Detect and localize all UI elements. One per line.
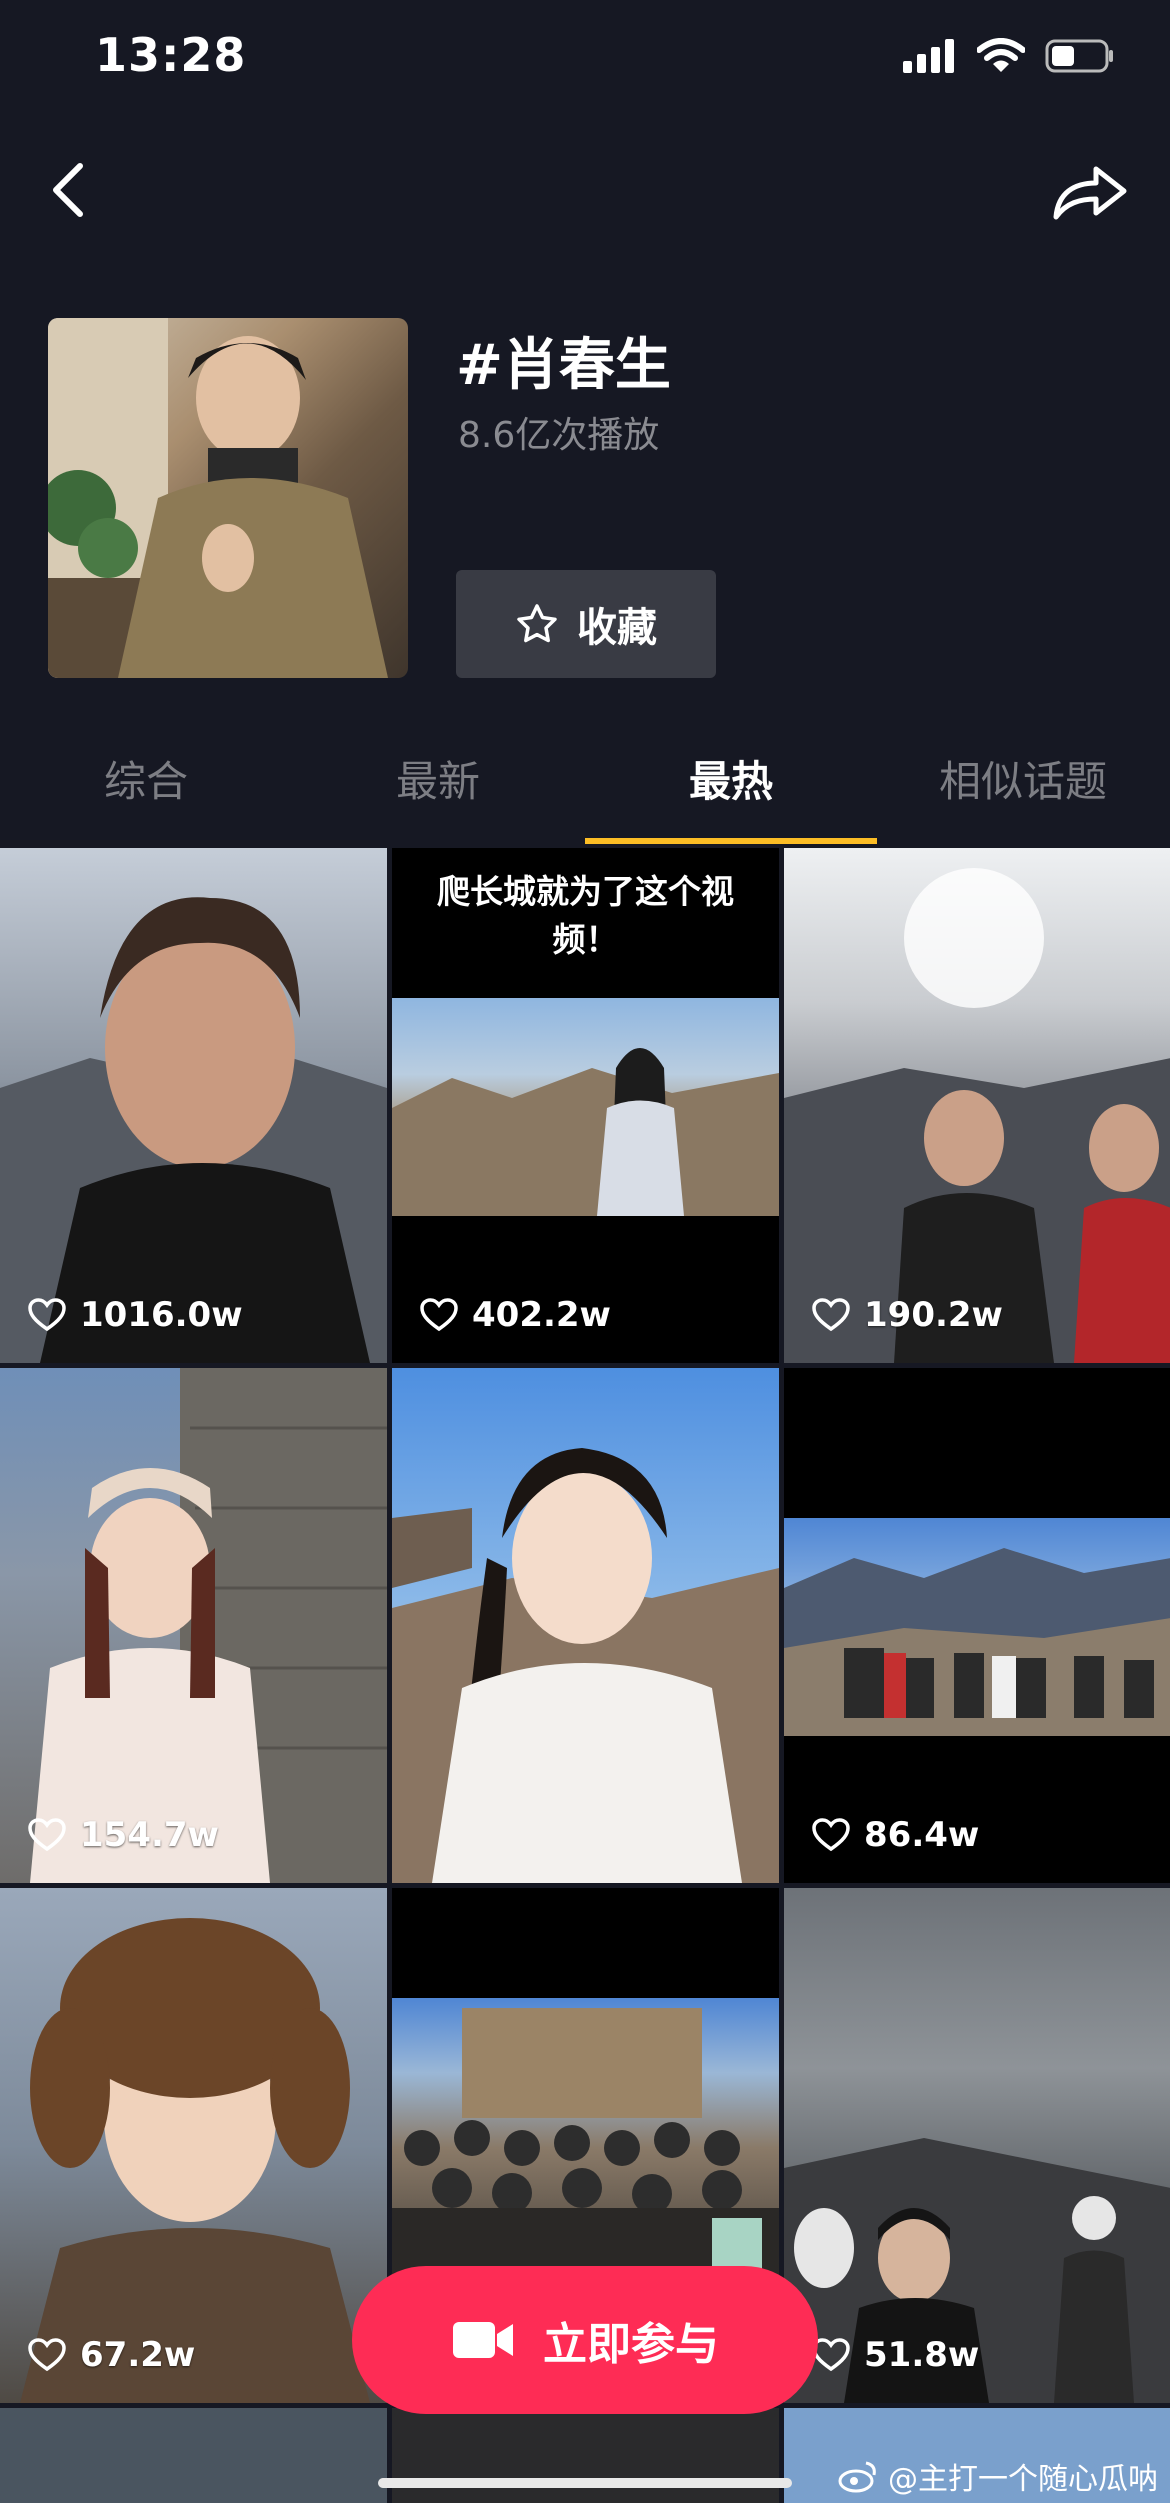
- share-button[interactable]: [1050, 155, 1130, 225]
- like-count: 1016.0w: [28, 1295, 243, 1335]
- watermark-text: @主打一个随心瓜呐: [888, 2462, 1158, 2497]
- heart-icon: [28, 2338, 66, 2372]
- star-icon: [517, 604, 557, 643]
- heart-icon: [28, 1298, 66, 1332]
- video-camera-icon: [453, 2322, 513, 2358]
- weibo-icon: [838, 2461, 876, 2493]
- join-now-label: 立即参与: [543, 2319, 719, 2370]
- like-count: 190.2w: [812, 1295, 1003, 1335]
- tab-similar-topics[interactable]: 相似话题: [877, 748, 1169, 809]
- back-button[interactable]: [40, 160, 100, 220]
- like-count: 402.2w: [420, 1295, 611, 1335]
- video-card[interactable]: 爬长城就为了这个视频！ 402.2w: [392, 848, 779, 1363]
- favorite-button[interactable]: 收藏: [456, 570, 716, 678]
- heart-icon: [28, 1818, 66, 1852]
- watermark: @主打一个随心瓜呐: [838, 2454, 1158, 2498]
- share-icon: [1053, 166, 1127, 220]
- battery-icon: [1045, 39, 1113, 73]
- tab-comprehensive[interactable]: 综合: [0, 748, 292, 809]
- topic-cover-image: [48, 318, 408, 678]
- like-count: 51.8w: [812, 2335, 979, 2375]
- tab-latest[interactable]: 最新: [292, 748, 584, 809]
- signal-icon: [903, 39, 954, 73]
- join-now-button[interactable]: 立即参与: [352, 2266, 818, 2414]
- top-nav: [0, 140, 1170, 250]
- video-grid: 1016.0w 爬长城就为了这个视频！ 402.2w 190.2w 154.7w…: [0, 848, 1170, 2503]
- video-card[interactable]: 51.8w: [784, 1888, 1170, 2403]
- wifi-icon: [977, 38, 1025, 72]
- video-thumbnail: [392, 1998, 779, 2298]
- status-bar: 13:28: [0, 0, 1170, 120]
- play-count: 8.6亿次播放: [458, 415, 660, 456]
- status-time: 13:28: [95, 28, 247, 82]
- like-count: 86.4w: [812, 1815, 979, 1855]
- tab-hottest[interactable]: 最热: [585, 748, 877, 809]
- heart-icon: [812, 1298, 850, 1332]
- heart-icon: [812, 1818, 850, 1852]
- like-count: 154.7w: [28, 1815, 219, 1855]
- video-caption: 爬长城就为了这个视频！: [437, 872, 734, 959]
- favorite-label: 收藏: [577, 605, 657, 651]
- home-indicator[interactable]: [378, 2478, 792, 2488]
- back-arrow-icon: [53, 163, 83, 217]
- video-card[interactable]: 67.2w: [0, 1888, 387, 2403]
- video-card[interactable]: 190.2w: [784, 848, 1170, 1363]
- video-thumbnail: [392, 998, 779, 1216]
- video-card[interactable]: 154.7w: [0, 1368, 387, 1883]
- active-tab-indicator: [585, 838, 877, 844]
- heart-icon: [420, 1298, 458, 1332]
- status-icons: [903, 38, 1115, 74]
- video-card[interactable]: [392, 1368, 779, 1883]
- topic-title: #肖春生: [456, 333, 671, 398]
- tab-bar: 综合 最新 最热 相似话题: [0, 708, 1170, 844]
- video-thumbnail: [784, 1518, 1170, 1736]
- like-count: 67.2w: [28, 2335, 195, 2375]
- video-card[interactable]: [392, 2408, 779, 2503]
- video-card[interactable]: 1016.0w: [0, 848, 387, 1363]
- topic-header: #肖春生 8.6亿次播放 收藏: [0, 318, 1170, 678]
- video-card[interactable]: [0, 2408, 387, 2503]
- video-card[interactable]: 86.4w: [784, 1368, 1170, 1883]
